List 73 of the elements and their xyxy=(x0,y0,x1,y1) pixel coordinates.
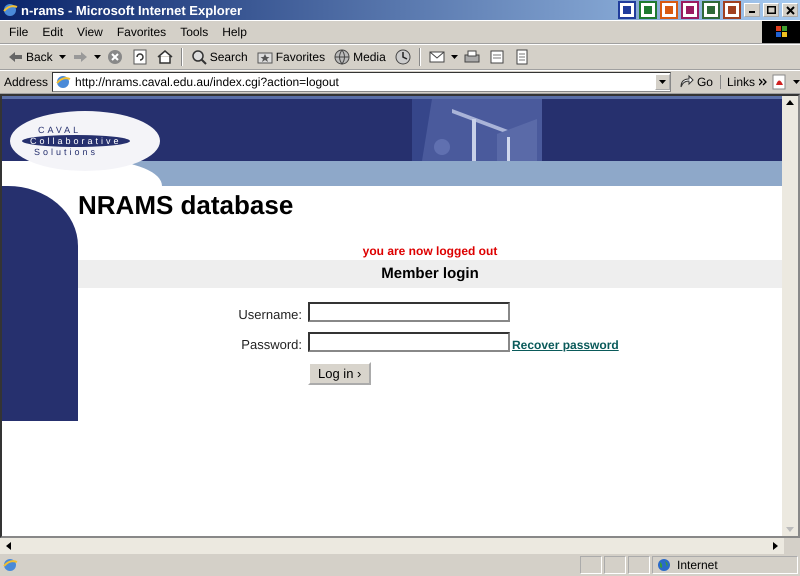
close-button[interactable] xyxy=(782,3,798,17)
dropdown-arrow-icon[interactable] xyxy=(793,80,800,84)
scroll-right-icon xyxy=(773,542,778,550)
home-icon xyxy=(156,49,173,65)
dropdown-arrow-icon[interactable] xyxy=(450,55,458,59)
scroll-up-icon xyxy=(786,100,794,105)
dropdown-button[interactable] xyxy=(654,74,670,90)
media-button[interactable]: Media xyxy=(331,48,389,66)
logout-message: you are now logged out xyxy=(362,244,498,260)
status-pane xyxy=(604,556,626,574)
go-button[interactable]: Go xyxy=(674,73,716,91)
scroll-down-icon xyxy=(786,527,794,532)
window-title: n-rams - Microsoft Internet Explorer xyxy=(21,2,242,18)
section-title: Member login xyxy=(78,260,782,288)
app-icon[interactable] xyxy=(702,1,720,19)
input-field[interactable] xyxy=(308,332,510,352)
notepad-icon xyxy=(488,49,505,65)
logo-text: Solutions xyxy=(34,147,98,157)
app-icon[interactable] xyxy=(618,1,636,19)
scroll-left-icon xyxy=(6,542,11,550)
menu-item[interactable]: Edit xyxy=(35,25,70,39)
menu-item[interactable]: View xyxy=(70,25,110,39)
recover-password-link[interactable]: Recover password xyxy=(512,338,619,352)
clock-icon xyxy=(394,49,411,65)
dropdown-arrow-icon[interactable] xyxy=(94,55,101,59)
windows-logo-icon xyxy=(762,21,800,43)
refresh-icon xyxy=(132,49,148,65)
vertical-scrollbar[interactable] xyxy=(782,96,798,536)
field-label: Username: xyxy=(237,307,303,322)
app-icon[interactable] xyxy=(681,1,699,19)
logo-text: CAVAL xyxy=(38,125,82,135)
globe-icon xyxy=(334,49,350,65)
page-icon xyxy=(2,557,18,573)
app-icon[interactable] xyxy=(723,1,741,19)
menu-item[interactable]: File xyxy=(2,25,36,39)
links-button[interactable]: Links xyxy=(720,75,755,89)
field-label: Password: xyxy=(240,337,303,352)
horizontal-scrollbar[interactable] xyxy=(0,538,784,554)
forward-arrow-icon xyxy=(72,49,88,65)
page-icon xyxy=(55,74,72,90)
envelope-icon xyxy=(428,49,445,65)
menu-item[interactable]: Tools xyxy=(173,25,216,39)
address-label: Address xyxy=(4,75,48,89)
app-icon[interactable] xyxy=(639,1,657,19)
menu-item[interactable]: Help xyxy=(215,25,254,39)
logo-text: Collaborative xyxy=(22,135,130,147)
stop-icon xyxy=(106,49,123,65)
chevron-icon[interactable] xyxy=(759,78,767,86)
input-field[interactable] xyxy=(308,302,510,322)
page-heading: NRAMS database xyxy=(78,190,294,222)
menu-item[interactable]: Favorites xyxy=(110,25,174,39)
minimize-button[interactable] xyxy=(744,3,760,17)
back-button[interactable]: Back xyxy=(4,48,56,66)
dropdown-arrow-icon[interactable] xyxy=(58,55,66,59)
back-arrow-icon xyxy=(7,49,23,65)
login-button[interactable]: Log in › xyxy=(308,362,372,385)
go-arrow-icon xyxy=(678,74,694,90)
search-icon xyxy=(190,49,207,65)
address-field[interactable]: http://nrams.caval.edu.au/index.cgi?action=logout xyxy=(52,72,671,92)
browser-icon xyxy=(2,2,18,18)
favorites-button[interactable]: Favorites xyxy=(254,48,328,66)
globe-icon xyxy=(657,558,671,572)
dropdown-arrow-icon xyxy=(658,80,666,84)
minimize-icon xyxy=(749,11,755,13)
status-pane xyxy=(580,556,602,574)
document-icon xyxy=(514,49,530,65)
zone-label: Internet xyxy=(677,558,718,572)
maximize-icon xyxy=(766,6,776,14)
search-button[interactable]: Search xyxy=(188,48,251,66)
close-icon xyxy=(786,6,794,14)
status-pane xyxy=(628,556,650,574)
printer-icon xyxy=(464,49,480,65)
maximize-button[interactable] xyxy=(763,3,779,17)
